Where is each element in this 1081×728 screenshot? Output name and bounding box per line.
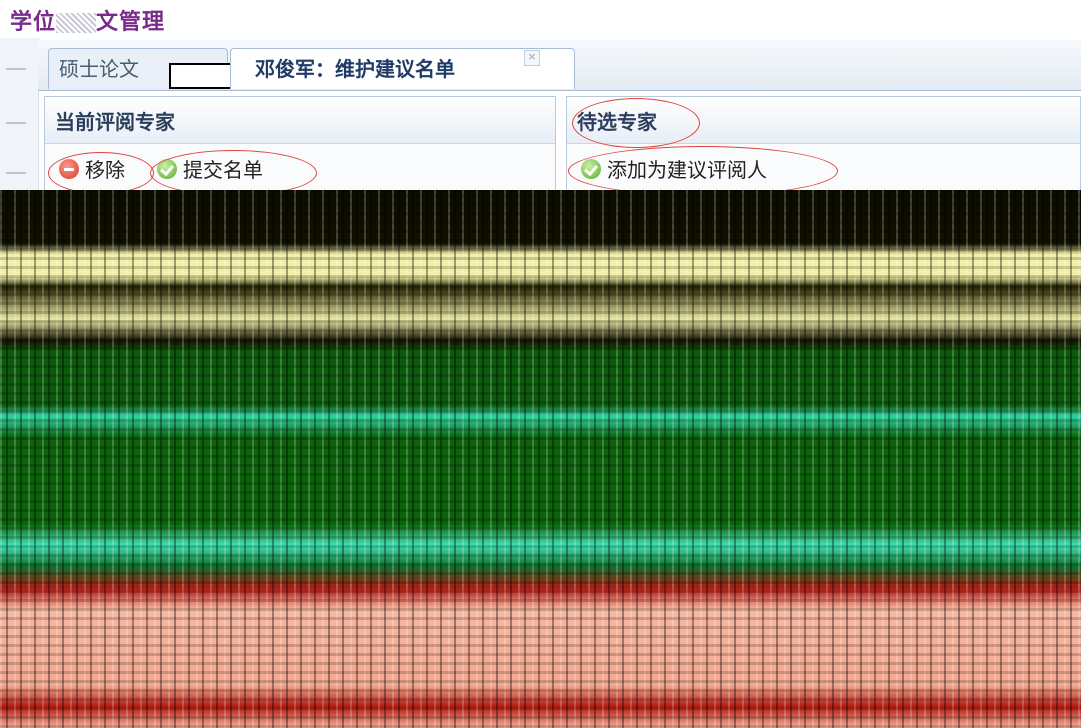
tab-thesis[interactable]: 硕士论文 (48, 48, 257, 89)
corrupted-image-area (0, 190, 1081, 728)
annotation-ellipse (568, 146, 838, 196)
tab-thesis-label: 硕士论文 (59, 57, 139, 81)
obscured-text (56, 13, 97, 33)
tab-active-label: 邓俊军：维护建议名单 (255, 57, 455, 81)
app-title: 学位 文管理 (10, 4, 165, 36)
annotation-ellipse (48, 152, 154, 194)
rail-divider (6, 68, 26, 70)
tab-bar: 硕士论文 邓俊军：维护建议名单 × (38, 40, 1081, 91)
app-title-part1: 学位 (10, 10, 57, 35)
annotation-ellipse (572, 98, 700, 148)
left-nav-rail[interactable] (0, 38, 39, 198)
rail-divider (6, 172, 26, 174)
panel-title: 当前评阅专家 (45, 97, 555, 144)
close-icon[interactable]: × (524, 50, 540, 66)
rail-divider (6, 122, 26, 124)
app-title-part2: 文管理 (96, 10, 166, 35)
